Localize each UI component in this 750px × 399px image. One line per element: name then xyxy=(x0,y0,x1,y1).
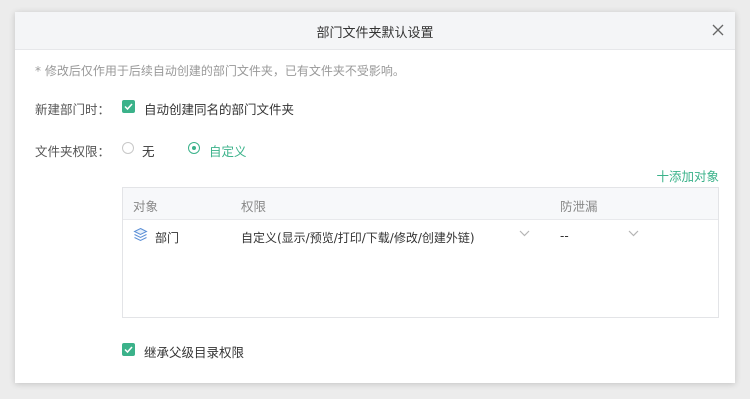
table-row: 部门 自定义(显示/预览/打印/下载/修改/创建外链) -- xyxy=(123,219,718,253)
header-permission: 权限 xyxy=(241,199,267,214)
hint-text: * 修改后仅作用于后续自动创建的部门文件夹，已有文件夹不受影响。 xyxy=(35,64,405,78)
radio-none-label: 无 xyxy=(142,144,155,159)
check-icon xyxy=(124,346,133,354)
auto-create-label: 自动创建同名的部门文件夹 xyxy=(144,102,295,117)
radio-none[interactable] xyxy=(122,142,134,154)
dialog-header: 部门文件夹默认设置 xyxy=(15,12,735,50)
chevron-down-icon[interactable] xyxy=(628,230,639,237)
leak-prevention-select[interactable]: -- xyxy=(560,229,569,243)
inherit-checkbox[interactable] xyxy=(122,343,135,356)
radio-custom-label: 自定义 xyxy=(209,144,247,159)
permission-table: 对象 权限 防泄漏 部门 自定义(显示/预览/打印/下载/修改/创建外链) -- xyxy=(122,187,719,318)
add-object-link[interactable]: 十添加对象 xyxy=(656,166,719,185)
inherit-label: 继承父级目录权限 xyxy=(144,345,245,360)
header-leak-prevention: 防泄漏 xyxy=(560,199,598,214)
table-header: 对象 权限 防泄漏 xyxy=(123,188,718,220)
folder-permission-label: 文件夹权限： xyxy=(35,144,111,159)
radio-custom[interactable] xyxy=(188,142,200,154)
settings-dialog: 部门文件夹默认设置 * 修改后仅作用于后续自动创建的部门文件夹，已有文件夹不受影… xyxy=(15,12,735,383)
chevron-down-icon[interactable] xyxy=(519,230,530,237)
dialog-title: 部门文件夹默认设置 xyxy=(316,26,434,41)
layers-icon xyxy=(133,227,148,242)
close-icon[interactable] xyxy=(709,21,727,39)
auto-create-checkbox[interactable] xyxy=(122,100,135,113)
permission-select[interactable]: 自定义(显示/预览/打印/下载/修改/创建外链) xyxy=(241,229,475,246)
new-dept-label: 新建部门时： xyxy=(35,102,111,117)
header-object: 对象 xyxy=(133,199,159,214)
row-object: 部门 xyxy=(155,231,180,245)
check-icon xyxy=(124,103,133,111)
